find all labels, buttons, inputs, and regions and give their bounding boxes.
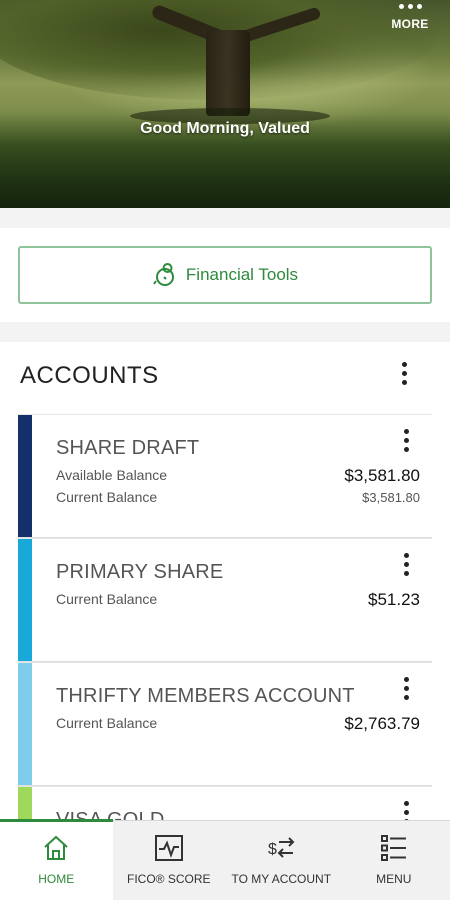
- bottom-nav: HOME FICO® SCORE $ TO MY ACCOUNT MENU: [0, 819, 450, 900]
- greeting-text: Good Morning, Valued: [140, 120, 310, 137]
- account-options-icon[interactable]: [396, 677, 416, 700]
- more-dots-icon: [388, 4, 432, 9]
- available-balance-value: $3,581.80: [344, 466, 420, 485]
- current-balance-label: Current Balance: [56, 489, 158, 505]
- current-balance-label: Current Balance: [56, 591, 158, 607]
- financial-tools-label: Financial Tools: [185, 265, 299, 284]
- current-balance-value: $51.23: [368, 590, 420, 609]
- home-icon: [44, 835, 68, 860]
- hero-overlay: [0, 0, 450, 208]
- current-balance-label: Current Balance: [56, 715, 158, 731]
- financial-tools-button[interactable]: Financial Tools: [18, 246, 432, 304]
- menu-list-icon: [380, 835, 406, 861]
- account-row[interactable]: PRIMARY SHARE Current Balance $51.23: [18, 538, 432, 662]
- account-name: PRIMARY SHARE: [56, 561, 224, 583]
- tools-card: Financial Tools: [0, 228, 450, 322]
- account-color-bar: [18, 415, 32, 537]
- svg-text:$: $: [268, 841, 277, 858]
- accounts-title: ACCOUNTS: [20, 362, 159, 389]
- accounts-options-icon[interactable]: [394, 362, 414, 385]
- account-name: SHARE DRAFT: [56, 437, 200, 459]
- account-color-bar: [18, 663, 32, 785]
- nav-fico-score[interactable]: FICO® SCORE: [113, 821, 226, 900]
- account-color-bar: [18, 787, 32, 822]
- current-balance-value: $2,763.79: [344, 714, 420, 733]
- nav-transfer-label: TO MY ACCOUNT: [231, 872, 332, 886]
- nav-to-my-account[interactable]: $ TO MY ACCOUNT: [225, 821, 338, 900]
- piggy-bank-icon: [153, 263, 174, 286]
- accounts-card: ACCOUNTS SHARE DRAFT Available Balance $…: [0, 342, 450, 822]
- hero-banner: MORE Good Morning, Valued: [0, 0, 450, 208]
- nav-fico-label: FICO® SCORE: [126, 872, 211, 886]
- nav-menu[interactable]: MENU: [338, 821, 450, 900]
- account-name: THRIFTY MEMBERS ACCOUNT: [56, 685, 355, 707]
- available-balance-label: Available Balance: [56, 467, 168, 483]
- account-options-icon[interactable]: [396, 429, 416, 452]
- more-label: MORE: [391, 17, 429, 31]
- transfer-icon: $: [268, 837, 295, 858]
- account-options-icon[interactable]: [396, 801, 416, 822]
- account-row[interactable]: VISA GOLD: [18, 786, 432, 822]
- chart-icon: [154, 835, 183, 861]
- account-row[interactable]: SHARE DRAFT Available Balance $3,581.80 …: [18, 414, 432, 538]
- more-button[interactable]: MORE: [388, 2, 432, 40]
- nav-home[interactable]: HOME: [0, 819, 113, 900]
- account-list: SHARE DRAFT Available Balance $3,581.80 …: [18, 414, 432, 822]
- account-options-icon[interactable]: [396, 553, 416, 576]
- nav-home-label: HOME: [38, 872, 75, 886]
- current-balance-value: $3,581.80: [362, 490, 420, 505]
- account-color-bar: [18, 539, 32, 661]
- account-row[interactable]: THRIFTY MEMBERS ACCOUNT Current Balance …: [18, 662, 432, 786]
- nav-menu-label: MENU: [376, 872, 412, 886]
